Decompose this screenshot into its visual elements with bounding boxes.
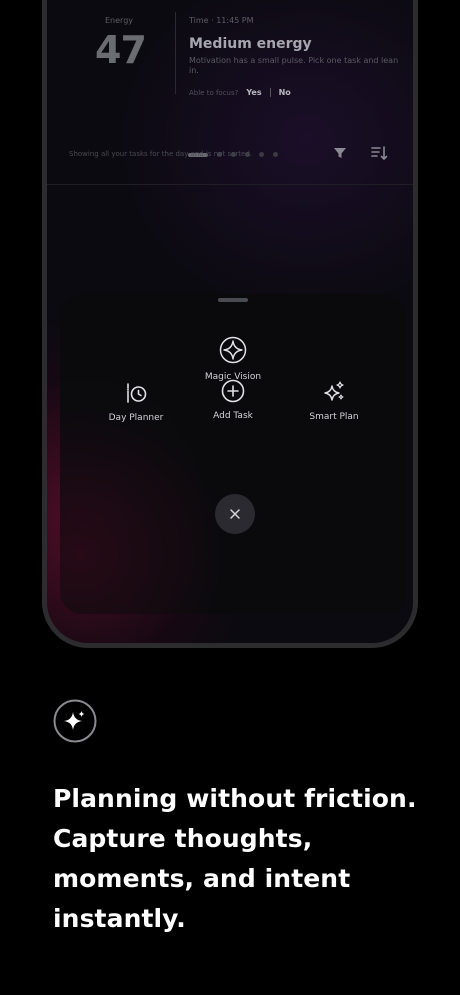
smart-plan-button[interactable]: Smart Plan [296,380,372,422]
card-divider [175,12,176,94]
sparkle-badge-icon [53,699,97,743]
energy-label: Energy [105,16,134,25]
day-planner-button[interactable]: Day Planner [98,381,174,423]
focus-no-button[interactable]: No [279,88,291,97]
marketing-headline: Planning without friction. Capture thoug… [53,779,433,939]
focus-yes-button[interactable]: Yes [246,88,261,97]
headline-line: moments, and intent [53,864,351,893]
day-planner-label: Day Planner [108,413,164,423]
energy-card: Energy 47 Time · 11:45 PM Medium energy … [47,0,413,157]
day-planner-icon [127,383,147,403]
energy-value: 47 [95,28,147,72]
app-screen: Energy 47 Time · 11:45 PM Medium energy … [47,0,413,643]
phone-mockup: Energy 47 Time · 11:45 PM Medium energy … [42,0,418,648]
close-icon [230,509,240,519]
sort-icon[interactable] [370,144,388,162]
smart-plan-label: Smart Plan [309,412,359,422]
headline-line: instantly. [53,904,186,933]
sheet-drag-handle[interactable] [218,298,248,302]
close-sheet-button[interactable] [215,494,255,534]
task-status-text: Showing all your tasks for the day and i… [69,150,253,158]
focus-separator [269,88,271,97]
add-task-button[interactable]: Add Task [195,379,271,421]
headline-line: Capture thoughts, [53,824,313,853]
funnel-icon[interactable] [332,145,348,161]
add-task-label: Add Task [213,411,253,421]
energy-description: Motivation has a small pulse. Pick one t… [189,56,399,75]
sparkles-icon [324,381,344,401]
focus-question: Able to focus? [189,88,239,97]
energy-title: Medium energy [189,36,312,52]
task-filter-row: Showing all your tasks for the day and i… [47,140,413,185]
magic-vision-button[interactable]: Magic Vision [193,336,273,382]
quick-action-sheet: Magic Vision Day Planner Add Task Smart … [60,294,406,614]
time-label: Time · 11:45 PM [189,16,254,25]
focus-question-row: Able to focus? Yes No [189,88,291,97]
magic-vision-icon [219,336,247,364]
plus-circle-icon [221,379,245,403]
headline-line: Planning without friction. [53,784,417,813]
